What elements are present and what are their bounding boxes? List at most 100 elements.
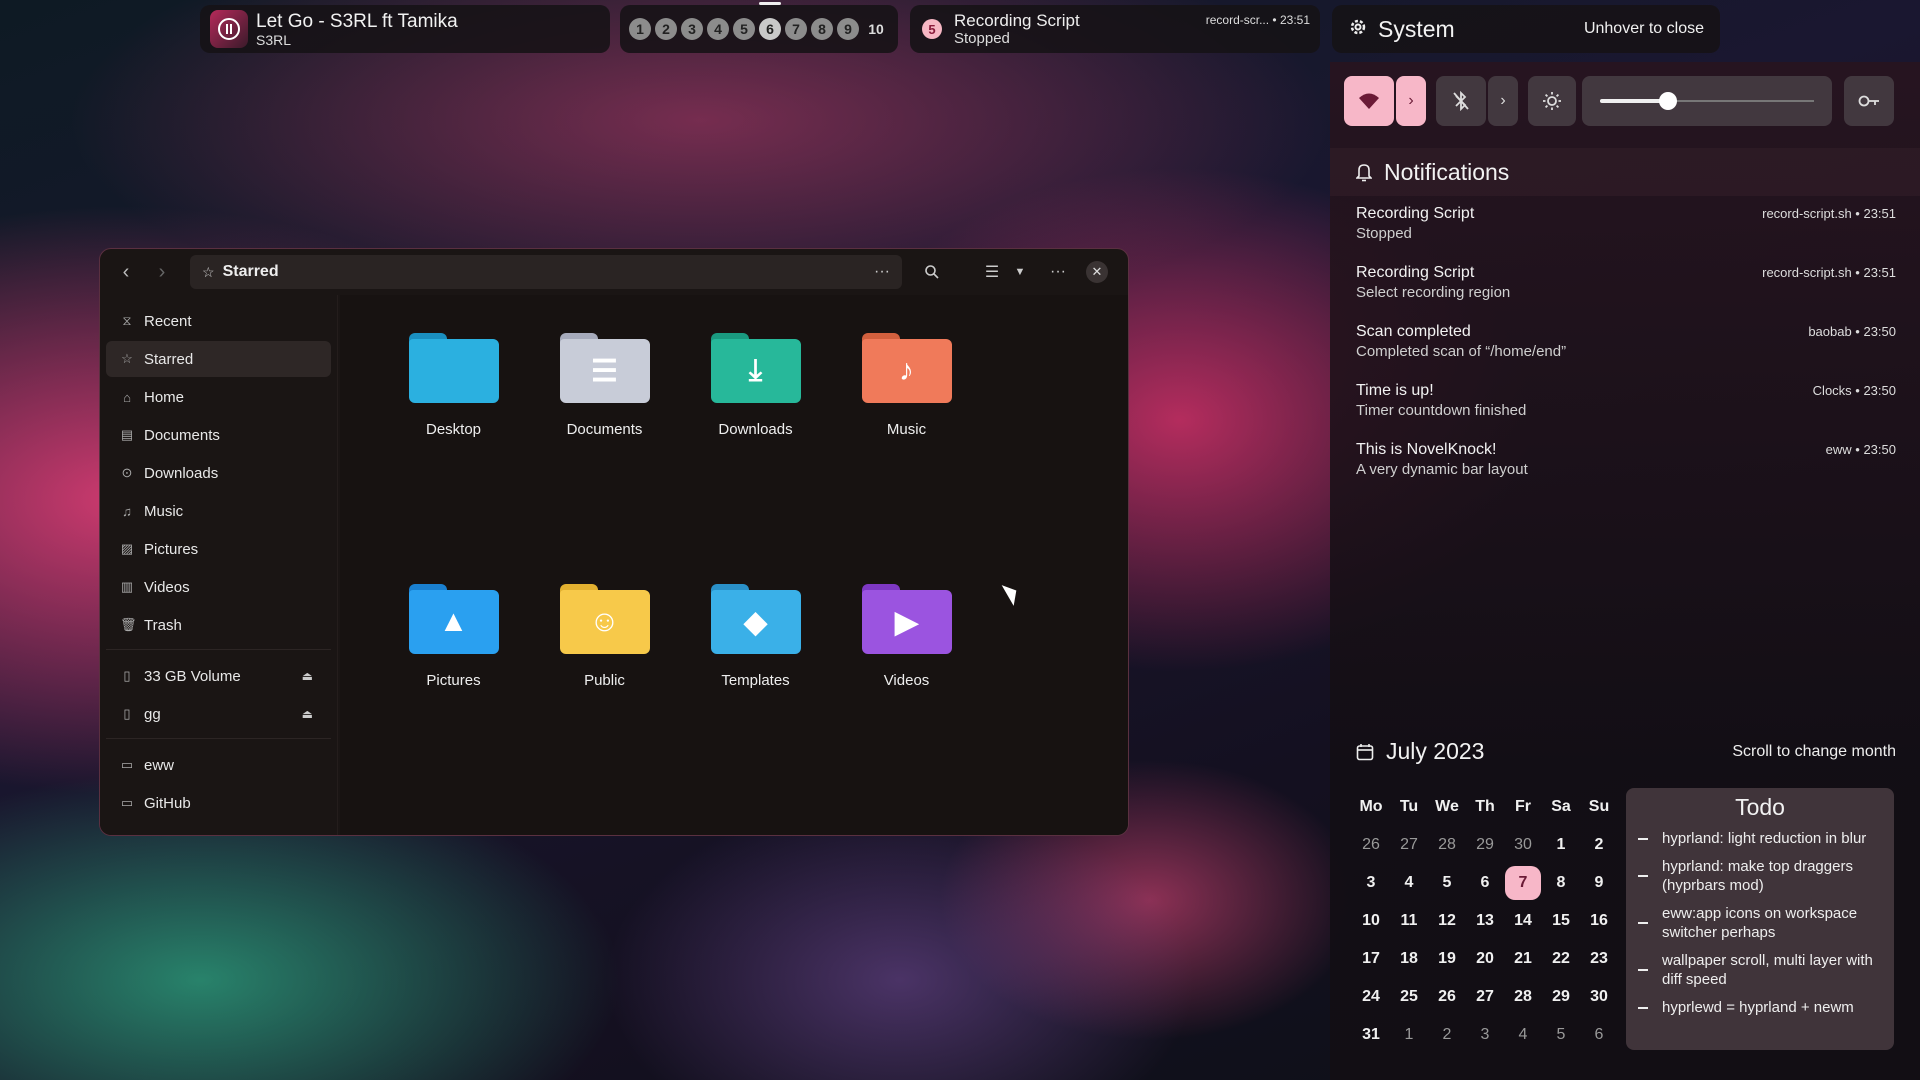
calendar-day[interactable]: 17 bbox=[1352, 940, 1390, 978]
calendar-day[interactable]: 31 bbox=[1352, 1016, 1390, 1054]
notification-item[interactable]: Time is up! Timer countdown finished Clo… bbox=[1356, 381, 1896, 440]
notification-item[interactable]: This is NovelKnock! A very dynamic bar l… bbox=[1356, 440, 1896, 499]
calendar-day[interactable]: 20 bbox=[1466, 940, 1504, 978]
sidebar-item-gg[interactable]: ▯ gg ⏏ bbox=[106, 696, 331, 732]
folder-templates[interactable]: ◆ Templates bbox=[680, 584, 831, 723]
calendar-day[interactable]: 27 bbox=[1390, 826, 1428, 864]
calendar-day[interactable]: 2 bbox=[1428, 1016, 1466, 1054]
todo-item[interactable]: hyprland: make top draggers (hyprbars mo… bbox=[1638, 857, 1882, 895]
sidebar-item-trash[interactable]: 🗑 Trash bbox=[106, 607, 331, 643]
main-menu-button[interactable]: ··· bbox=[1040, 256, 1076, 288]
calendar-day[interactable]: 24 bbox=[1352, 978, 1390, 1016]
calendar-day[interactable]: 23 bbox=[1580, 940, 1618, 978]
eject-icon[interactable]: ⏏ bbox=[302, 707, 313, 721]
sidebar-item-eww[interactable]: ▭ eww bbox=[106, 747, 331, 783]
folder-downloads[interactable]: ⤓ Downloads bbox=[680, 333, 831, 472]
calendar-day[interactable]: 30 bbox=[1580, 978, 1618, 1016]
folder-desktop[interactable]: Desktop bbox=[378, 333, 529, 472]
folder-documents[interactable]: ☰ Documents bbox=[529, 333, 680, 472]
calendar-day[interactable]: 30 bbox=[1504, 826, 1542, 864]
folder-music[interactable]: ♪ Music bbox=[831, 333, 982, 472]
workspace-5-button[interactable]: 5 bbox=[733, 18, 755, 40]
pause-icon[interactable] bbox=[210, 10, 248, 48]
todo-item[interactable]: wallpaper scroll, multi layer with diff … bbox=[1638, 951, 1882, 989]
calendar-today[interactable]: 7 bbox=[1504, 864, 1542, 902]
list-view-button[interactable]: ☰ bbox=[978, 256, 1006, 288]
sidebar-item-33-gb-volume[interactable]: ▯ 33 GB Volume ⏏ bbox=[106, 658, 331, 694]
calendar-day[interactable]: 4 bbox=[1504, 1016, 1542, 1054]
calendar-day[interactable]: 26 bbox=[1428, 978, 1466, 1016]
eject-icon[interactable]: ⏏ bbox=[302, 669, 313, 683]
calendar-day[interactable]: 6 bbox=[1466, 864, 1504, 902]
sidebar-item-documents[interactable]: ▤ Documents bbox=[106, 417, 331, 453]
wifi-toggle[interactable] bbox=[1344, 76, 1394, 126]
system-header[interactable]: System Unhover to close bbox=[1332, 5, 1720, 53]
todo-item[interactable]: eww:app icons on workspace switcher perh… bbox=[1638, 904, 1882, 942]
calendar-day[interactable]: 12 bbox=[1428, 902, 1466, 940]
calendar-day[interactable]: 2 bbox=[1580, 826, 1618, 864]
view-options-dropdown[interactable]: ▼ bbox=[1010, 256, 1030, 288]
wifi-expand-button[interactable]: › bbox=[1396, 76, 1426, 126]
calendar-day[interactable]: 8 bbox=[1542, 864, 1580, 902]
notification-item[interactable]: Recording Script Stopped record-script.s… bbox=[1356, 204, 1896, 263]
calendar-day[interactable]: 29 bbox=[1466, 826, 1504, 864]
sidebar-item-home[interactable]: ⌂ Home bbox=[106, 379, 331, 415]
notification-item[interactable]: Scan completed Completed scan of “/home/… bbox=[1356, 322, 1896, 381]
sidebar-item-recent[interactable]: ⧖ Recent bbox=[106, 303, 331, 339]
location-bar[interactable]: ☆ Starred ··· bbox=[190, 255, 902, 289]
workspace-9-button[interactable]: 9 bbox=[837, 18, 859, 40]
calendar-day[interactable]: 19 bbox=[1428, 940, 1466, 978]
todo-item[interactable]: hyprlewd = hyprland + newm bbox=[1638, 998, 1882, 1017]
folder-pictures[interactable]: ▲ Pictures bbox=[378, 584, 529, 723]
close-button[interactable]: ✕ bbox=[1086, 261, 1108, 283]
sidebar-item-windows[interactable]: ▭ Windows bbox=[106, 823, 331, 836]
calendar-day[interactable]: 25 bbox=[1390, 978, 1428, 1016]
calendar-day[interactable]: 15 bbox=[1542, 902, 1580, 940]
calendar-day[interactable]: 16 bbox=[1580, 902, 1618, 940]
workspace-7-button[interactable]: 7 bbox=[785, 18, 807, 40]
workspace-3-button[interactable]: 3 bbox=[681, 18, 703, 40]
workspace-2-button[interactable]: 2 bbox=[655, 18, 677, 40]
calendar-day[interactable]: 5 bbox=[1428, 864, 1466, 902]
calendar-day[interactable]: 6 bbox=[1580, 1016, 1618, 1054]
calendar-day[interactable]: 18 bbox=[1390, 940, 1428, 978]
calendar-day[interactable]: 26 bbox=[1352, 826, 1390, 864]
calendar-day[interactable]: 29 bbox=[1542, 978, 1580, 1016]
slider-thumb[interactable] bbox=[1659, 92, 1678, 110]
sidebar-item-starred[interactable]: ☆ Starred bbox=[106, 341, 331, 377]
todo-item[interactable]: hyprland: light reduction in blur bbox=[1638, 829, 1882, 848]
calendar-day[interactable]: 9 bbox=[1580, 864, 1618, 902]
calendar-day[interactable]: 1 bbox=[1390, 1016, 1428, 1054]
calendar-day[interactable]: 3 bbox=[1352, 864, 1390, 902]
forward-button[interactable]: › bbox=[146, 256, 178, 288]
calendar-day[interactable]: 21 bbox=[1504, 940, 1542, 978]
vpn-key-button[interactable] bbox=[1844, 76, 1894, 126]
brightness-slider[interactable] bbox=[1582, 76, 1832, 126]
sidebar-item-music[interactable]: ♫ Music bbox=[106, 493, 331, 529]
sidebar-item-pictures[interactable]: ▨ Pictures bbox=[106, 531, 331, 567]
search-button[interactable] bbox=[914, 256, 950, 288]
calendar-day[interactable]: 28 bbox=[1428, 826, 1466, 864]
sidebar-item-downloads[interactable]: ⊙ Downloads bbox=[106, 455, 331, 491]
sidebar-item-videos[interactable]: ▥ Videos bbox=[106, 569, 331, 605]
location-menu-button[interactable]: ··· bbox=[874, 263, 890, 281]
media-widget[interactable]: Let Go - S3RL ft Tamika S3RL bbox=[200, 5, 610, 53]
calendar-day[interactable]: 10 bbox=[1352, 902, 1390, 940]
calendar-day[interactable]: 22 bbox=[1542, 940, 1580, 978]
workspace-4-button[interactable]: 4 bbox=[707, 18, 729, 40]
calendar-day[interactable]: 3 bbox=[1466, 1016, 1504, 1054]
workspace-10-button[interactable]: 10 bbox=[863, 18, 889, 40]
calendar-day[interactable]: 1 bbox=[1542, 826, 1580, 864]
workspace-1-button[interactable]: 1 bbox=[629, 18, 651, 40]
folder-public[interactable]: ☺ Public bbox=[529, 584, 680, 723]
back-button[interactable]: ‹ bbox=[110, 256, 142, 288]
workspace-6-button[interactable]: 6 bbox=[759, 2, 781, 40]
recording-status[interactable]: 5 Recording Script Stopped record-scr...… bbox=[910, 5, 1320, 53]
bluetooth-toggle[interactable] bbox=[1436, 76, 1486, 126]
calendar-day[interactable]: 4 bbox=[1390, 864, 1428, 902]
calendar-day[interactable]: 27 bbox=[1466, 978, 1504, 1016]
calendar-day[interactable]: 13 bbox=[1466, 902, 1504, 940]
workspace-8-button[interactable]: 8 bbox=[811, 18, 833, 40]
notification-item[interactable]: Recording Script Select recording region… bbox=[1356, 263, 1896, 322]
calendar-day[interactable]: 11 bbox=[1390, 902, 1428, 940]
